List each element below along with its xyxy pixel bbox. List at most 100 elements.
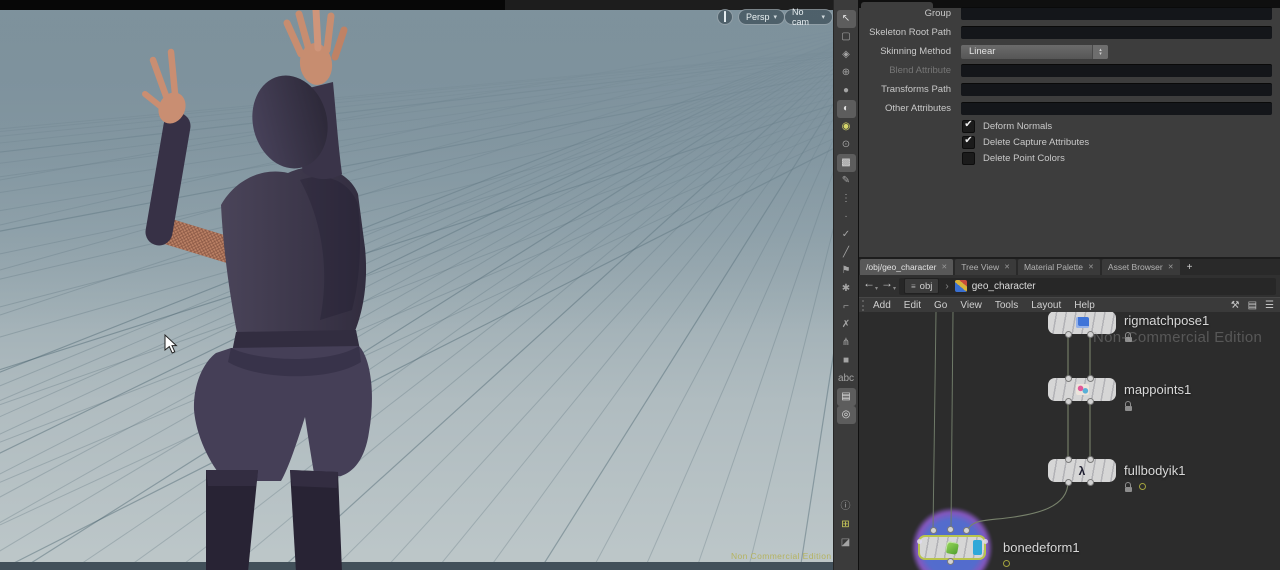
output-connector[interactable]: [1065, 398, 1072, 405]
halo-pin: [983, 539, 988, 544]
info-icon[interactable]: ⓘ: [836, 498, 855, 516]
stop-icon[interactable]: ■: [837, 352, 856, 370]
headlight-icon[interactable]: ◉: [837, 118, 856, 136]
pane-tab[interactable]: Asset Browser ✕: [1101, 259, 1180, 275]
skinning-method-select[interactable]: Linear ▴ ▾: [961, 44, 1108, 59]
current-node-chip[interactable]: geo_character: [954, 280, 1036, 292]
pin-icon[interactable]: ⊙: [837, 136, 856, 154]
corner-pivot-icon[interactable]: ⌐: [837, 298, 856, 316]
input-connector[interactable]: [1065, 456, 1072, 463]
blend-attribute-label: Blend Attribute: [889, 65, 951, 76]
checkbox-row[interactable]: ✔ Delete Capture Attributes: [859, 134, 1280, 150]
network-editor[interactable]: rigmatchpose1 mappoints1 λ fullbodyik1 b…: [859, 312, 1280, 570]
checkbox[interactable]: ✔: [962, 119, 975, 133]
checkbox-row[interactable]: Delete Point Colors: [859, 150, 1280, 166]
menu-item[interactable]: View: [960, 300, 982, 311]
ik-icon[interactable]: ⋔: [837, 334, 856, 352]
close-icon[interactable]: ✕: [941, 263, 947, 271]
bypass-badge[interactable]: [1139, 483, 1146, 490]
input-connector[interactable]: [1065, 375, 1072, 382]
node-mappoints1[interactable]: [1048, 378, 1116, 401]
input-connector[interactable]: [1087, 375, 1094, 382]
checkbox-label: Delete Point Colors: [983, 152, 1065, 164]
brush-icon[interactable]: ✎: [837, 172, 856, 190]
other-attributes-field[interactable]: [961, 102, 1272, 115]
node-fullbodyik1[interactable]: λ: [1048, 459, 1116, 482]
node-bonedeform1[interactable]: [918, 535, 986, 560]
input-connector[interactable]: [963, 527, 970, 534]
slash-tool-icon[interactable]: ╱: [837, 244, 856, 262]
close-icon[interactable]: ✕: [1168, 263, 1174, 271]
param-row-blend-attribute: Blend Attribute: [859, 61, 1280, 80]
shade-sphere-icon[interactable]: ●: [837, 82, 856, 100]
path-field[interactable]: ≡ obj › geo_character: [899, 277, 1276, 295]
bypass-badge[interactable]: [1003, 560, 1010, 567]
add-tab-button[interactable]: +: [1182, 259, 1198, 275]
viewport-canvas[interactable]: [0, 10, 833, 570]
tools-icon[interactable]: ⚒: [1231, 300, 1240, 311]
pane-tab[interactable]: Material Palette ✕: [1017, 259, 1100, 275]
persp-label: Persp: [746, 12, 770, 22]
menu-item[interactable]: Tools: [995, 300, 1018, 311]
axis-icon[interactable]: ✗: [837, 316, 856, 334]
menu-item[interactable]: Add: [873, 300, 891, 311]
pane-tab[interactable]: /obj/geo_character ✕: [860, 259, 954, 275]
skeleton-root-path-field[interactable]: [961, 26, 1272, 39]
node-label-mappoints1: mappoints1: [1124, 382, 1192, 397]
input-connector[interactable]: [1087, 456, 1094, 463]
grid-icon[interactable]: ⊞: [836, 516, 855, 534]
menu-item[interactable]: Go: [934, 300, 947, 311]
flag-icon[interactable]: ⚑: [837, 262, 856, 280]
param-row-group: Group: [859, 4, 1280, 23]
page-icon[interactable]: ▤: [1248, 300, 1257, 311]
select-box-icon[interactable]: ▢: [837, 28, 856, 46]
viewport-toolbar: ↖ ▢ ◈ ⊕ ● ◐ ◉ ⊙ ▩ ✎ ⋮ · ✓ ╱ ⚑ ✱ ⌐ ✗ ⋔ ■ abc ▤ ◎: [833, 0, 858, 570]
list-icon[interactable]: ☰: [1265, 300, 1274, 311]
checkbox-label: Deform Normals: [983, 120, 1053, 132]
param-row-skeleton-root-path: Skeleton Root Path: [859, 23, 1280, 42]
camera-menu[interactable]: No cam ▾: [784, 7, 833, 27]
checkbox[interactable]: ✔: [962, 135, 975, 149]
output-connector[interactable]: [1065, 479, 1072, 486]
output-connector[interactable]: [1087, 398, 1094, 405]
scatter-icon[interactable]: ⋮: [837, 190, 856, 208]
menu-item[interactable]: Edit: [904, 300, 921, 311]
pane-tab[interactable]: Tree View ✕: [955, 259, 1016, 275]
point-icon[interactable]: ·: [837, 208, 856, 226]
checkbox-row[interactable]: ✔ Deform Normals: [859, 118, 1280, 134]
bulb-icon[interactable]: ◎: [836, 406, 856, 424]
background-image-icon[interactable]: ▩: [836, 154, 856, 172]
text-abc-icon[interactable]: abc: [837, 370, 856, 388]
close-icon[interactable]: ✕: [1004, 263, 1010, 271]
forward-button[interactable]: →▾: [881, 277, 896, 295]
close-icon[interactable]: ✕: [1088, 263, 1094, 271]
output-connector[interactable]: [1087, 479, 1094, 486]
view-tool-icon[interactable]: ↖: [836, 10, 856, 28]
handles-icon[interactable]: ✱: [837, 280, 856, 298]
input-connector[interactable]: [947, 526, 954, 533]
back-button[interactable]: ←▾: [863, 277, 878, 295]
checkbox[interactable]: [962, 151, 975, 165]
menu-item[interactable]: Layout: [1031, 300, 1061, 311]
snap-check-icon[interactable]: ✓: [837, 226, 856, 244]
output-connector[interactable]: [1065, 331, 1072, 338]
transforms-path-field[interactable]: [961, 83, 1272, 96]
group-field[interactable]: [961, 7, 1272, 20]
image-icon[interactable]: ◪: [836, 534, 855, 552]
image-plane-icon[interactable]: ▤: [836, 388, 856, 406]
target-icon[interactable]: ⊕: [837, 64, 856, 82]
menu-item[interactable]: Help: [1074, 300, 1095, 311]
lighting-icon[interactable]: ◐: [836, 100, 856, 118]
display-flag[interactable]: [973, 540, 982, 555]
viewport-pane[interactable]: Persp ▾ No cam ▾ Non Commercial Edition: [0, 0, 833, 570]
menu-grip[interactable]: [862, 300, 867, 311]
persp-menu[interactable]: Persp ▾: [738, 9, 786, 25]
select-spinner[interactable]: ▴ ▾: [1092, 44, 1108, 59]
input-connector[interactable]: [930, 527, 937, 534]
blend-attribute-field[interactable]: [961, 64, 1272, 77]
output-connector[interactable]: [947, 558, 954, 565]
lock-camera-icon[interactable]: ◈: [837, 46, 856, 64]
path-separator: ›: [945, 280, 949, 292]
context-chip[interactable]: ≡ obj: [904, 278, 940, 294]
viewport-lock-button[interactable]: [717, 9, 733, 25]
